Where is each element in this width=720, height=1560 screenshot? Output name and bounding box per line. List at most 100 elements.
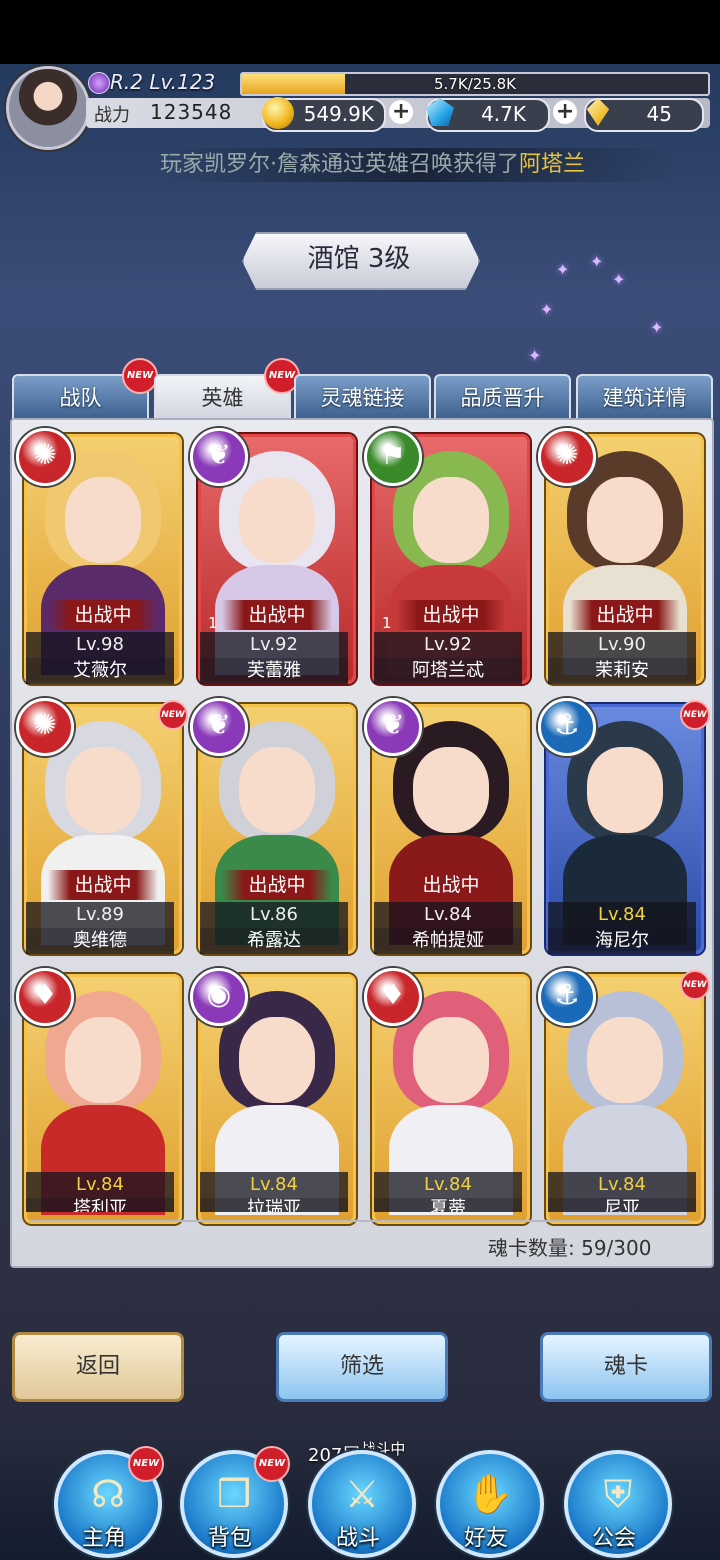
deployed-status: 出战中 xyxy=(48,870,158,900)
swords-icon: ⚔ xyxy=(344,1472,380,1516)
deployed-status: 出战中 xyxy=(222,870,332,900)
crystal-counter: 45 xyxy=(584,98,704,132)
sparkle-decoration: ✦ xyxy=(650,318,664,337)
power-value: 123548 xyxy=(150,100,233,124)
awaken-count: 1 xyxy=(208,614,218,632)
sparkle-decoration: ✦ xyxy=(528,346,542,365)
hero-level: Lv.92 xyxy=(374,632,522,658)
page-title: 酒馆 3级 xyxy=(307,244,411,274)
hero-level: Lv.84 xyxy=(548,902,696,928)
hero-face xyxy=(239,477,315,563)
light-element-icon: ❦ xyxy=(190,428,248,486)
crystal-value: 45 xyxy=(646,102,672,126)
hero-face xyxy=(587,477,663,563)
marquee-middle: 通过英雄召唤获得了 xyxy=(321,152,520,177)
tab-2[interactable]: 灵魂链接 xyxy=(294,374,431,422)
filter-button[interactable]: 筛选 xyxy=(276,1332,448,1402)
exp-text: 5.7K/25.8K xyxy=(434,75,516,93)
deployed-status: 出战中 xyxy=(48,600,158,630)
hero-name: 奥维德 xyxy=(26,928,174,954)
gold-counter: 549.9K xyxy=(262,97,386,132)
wind-element-icon: ✺ xyxy=(538,428,596,486)
deployed-status: 出战中 xyxy=(396,600,506,630)
rank-level-text: R.2 Lv.123 xyxy=(110,70,216,94)
light-element-icon: ❦ xyxy=(190,698,248,756)
new-badge: NEW xyxy=(122,358,158,394)
hero-level: Lv.84 xyxy=(374,1172,522,1198)
hero-level: Lv.89 xyxy=(26,902,174,928)
hero-name: 夏蒂 xyxy=(374,1198,522,1212)
soul-card-button[interactable]: 魂卡 xyxy=(540,1332,712,1402)
nature-element-icon: ⚑ xyxy=(364,428,422,486)
hero-level: Lv.86 xyxy=(200,902,348,928)
hero-name: 艾薇尔 xyxy=(26,658,174,684)
hero-name: 希帕提娅 xyxy=(374,928,522,954)
deployed-status: 出战中 xyxy=(570,600,680,630)
hero-level: Lv.98 xyxy=(26,632,174,658)
wind-element-icon: ✺ xyxy=(16,428,74,486)
hero-level: Lv.84 xyxy=(200,1172,348,1198)
hero-name: 海尼尔 xyxy=(548,928,696,954)
hero-face xyxy=(65,1017,141,1103)
hero-face xyxy=(65,477,141,563)
nav-label: 好友 xyxy=(463,1526,508,1551)
hero-name: 茉莉安 xyxy=(548,658,696,684)
new-badge: NEW xyxy=(254,1446,290,1482)
power-label: 战力 xyxy=(94,105,130,126)
gold-coin-icon xyxy=(262,97,294,129)
marquee-player: 凯罗尔·詹森 xyxy=(204,152,322,177)
fire-element-icon: ♦ xyxy=(364,968,422,1026)
sparkle-decoration: ✦ xyxy=(590,252,604,271)
dark-element-icon: ◉ xyxy=(190,968,248,1026)
hero-face xyxy=(587,747,663,833)
hero-name: 阿塔兰忒 xyxy=(374,658,522,684)
hero-level: Lv.84 xyxy=(548,1172,696,1198)
marquee-prefix: 玩家 xyxy=(160,152,205,177)
tab-4[interactable]: 建筑详情 xyxy=(576,374,713,422)
sparkle-decoration: ✦ xyxy=(612,270,626,289)
rank-badge-icon xyxy=(88,72,110,94)
wind-element-icon: ✺ xyxy=(16,698,74,756)
water-element-icon: ⚓ xyxy=(538,698,596,756)
new-badge: NEW xyxy=(680,970,710,1000)
hero-level: Lv.90 xyxy=(548,632,696,658)
top-black-band xyxy=(0,0,720,64)
hero-face xyxy=(413,477,489,563)
gem-value: 4.7K xyxy=(481,102,526,126)
hero-level: Lv.92 xyxy=(200,632,348,658)
hero-level: Lv.84 xyxy=(374,902,522,928)
tab-3[interactable]: 品质晋升 xyxy=(434,374,571,422)
hero-face xyxy=(413,1017,489,1103)
crystal-icon xyxy=(586,98,610,126)
hero-level: Lv.84 xyxy=(26,1172,174,1198)
exp-bar: 5.7K/25.8K xyxy=(240,72,710,96)
hero-name: 尼亚 xyxy=(548,1198,696,1212)
gem-counter: 4.7K xyxy=(426,98,550,132)
deployed-status: 出战中 xyxy=(396,870,506,900)
hero-name: 塔利亚 xyxy=(26,1198,174,1212)
hero-face xyxy=(587,1017,663,1103)
sparkle-decoration: ✦ xyxy=(540,300,554,319)
hero-face xyxy=(239,1017,315,1103)
back-button[interactable]: 返回 xyxy=(12,1332,184,1402)
gem-icon xyxy=(426,98,454,126)
new-badge: NEW xyxy=(680,700,710,730)
soul-card-count: 魂卡数量: 59/300 xyxy=(488,1236,652,1260)
nav-label: 背包 xyxy=(207,1526,252,1551)
hero-name: 芙蕾雅 xyxy=(200,658,348,684)
deployed-status: 出战中 xyxy=(222,600,332,630)
handshake-icon: ✋ xyxy=(466,1472,514,1516)
hero-name: 希露达 xyxy=(200,928,348,954)
light-element-icon: ❦ xyxy=(364,698,422,756)
fire-element-icon: ♦ xyxy=(16,968,74,1026)
player-avatar[interactable] xyxy=(6,66,90,150)
sparkle-decoration: ✦ xyxy=(556,260,570,279)
new-badge: NEW xyxy=(158,700,188,730)
nav-label: 公会 xyxy=(591,1526,636,1551)
nav-label: 战斗 xyxy=(335,1526,380,1551)
new-badge: NEW xyxy=(128,1446,164,1482)
hero-face xyxy=(65,747,141,833)
hero-face xyxy=(413,747,489,833)
guild-icon: ⛨ xyxy=(603,1472,633,1516)
marquee-hero: 阿塔兰 xyxy=(519,152,586,177)
